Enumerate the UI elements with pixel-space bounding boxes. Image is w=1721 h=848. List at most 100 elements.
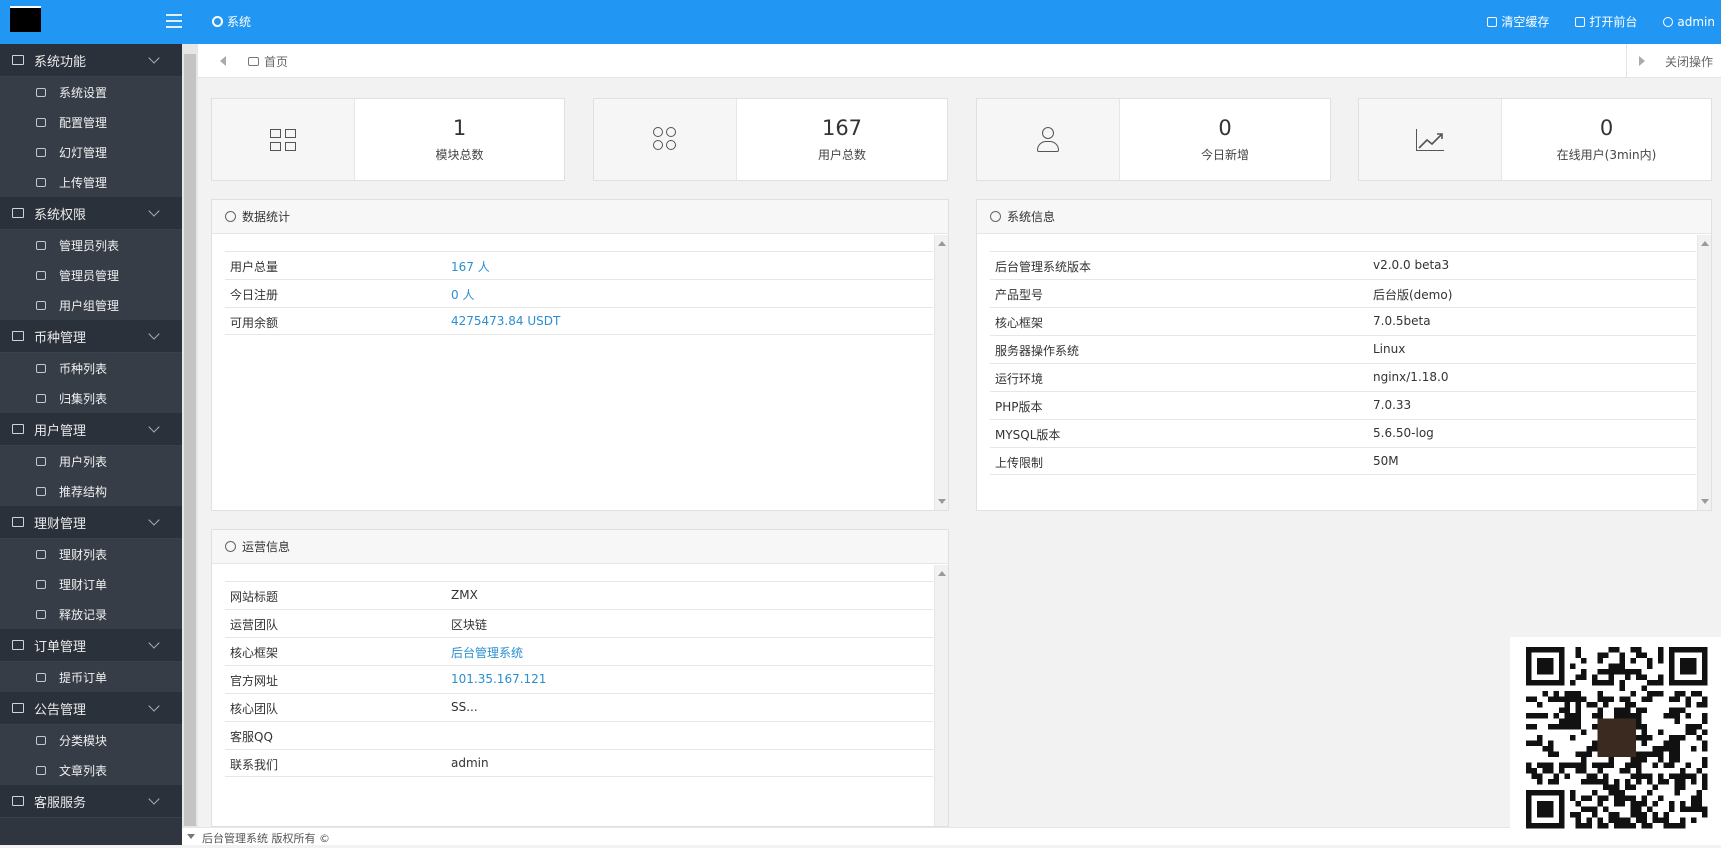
chevron-down-icon (148, 205, 160, 217)
stat-label: 模块总数 (435, 148, 484, 162)
menu-item-icon (36, 456, 46, 466)
folder-icon (12, 424, 24, 434)
user-icon (1663, 16, 1674, 27)
sidebar-item-label: 幻灯管理 (59, 145, 108, 160)
tab-prev-icon[interactable] (220, 56, 226, 66)
info-value[interactable]: 4275473.84 USDT (451, 314, 560, 328)
sidebar-item[interactable]: 配置管理 (0, 107, 182, 137)
info-value[interactable]: 后台管理系统 (451, 644, 523, 661)
info-value: 50M (1373, 454, 1399, 468)
info-value: v2.0.0 beta3 (1373, 258, 1450, 272)
menu-toggle-icon[interactable] (166, 14, 182, 28)
data-stats-panel: 数据统计 用户总量 167 人今日注册 0 人可用余额 4275473.84 USDT (211, 199, 949, 511)
info-value[interactable]: 101.35.167.121 (451, 672, 546, 686)
sidebar-item-label: 用户列表 (59, 454, 108, 469)
sidebar-scrollbar-thumb[interactable] (184, 54, 196, 826)
sidebar-group[interactable]: 系统功能 (0, 44, 182, 77)
close-ops-label[interactable]: 关闭操作 (1665, 53, 1713, 70)
open-frontend-button[interactable]: 打开前台 (1575, 13, 1637, 30)
tab-ops[interactable]: 关闭操作 (1626, 44, 1721, 78)
panel-scrollbar[interactable] (934, 235, 948, 510)
sidebar-item[interactable]: 归集列表 (0, 383, 182, 413)
sidebar-item-label: 用户组管理 (59, 298, 120, 313)
sidebar-group[interactable]: 用户管理 (0, 413, 182, 446)
info-row: PHP版本 7.0.33 (990, 391, 1696, 419)
info-key: 产品型号 (995, 288, 1044, 302)
info-value: nginx/1.18.0 (1373, 370, 1449, 384)
menu-item-icon (36, 609, 46, 619)
sidebar-group[interactable]: 币种管理 (0, 320, 182, 353)
sidebar-item[interactable]: 币种列表 (0, 353, 182, 383)
sidebar-item-label: 推荐结构 (59, 484, 108, 499)
panel-title: 运营信息 (242, 540, 291, 554)
sidebar-group[interactable]: 订单管理 (0, 629, 182, 662)
sidebar-item[interactable]: 管理员列表 (0, 230, 182, 260)
menu-item-icon (36, 486, 46, 496)
external-link-icon (1575, 16, 1586, 27)
menu-item-icon (36, 549, 46, 559)
clear-cache-button[interactable]: 清空缓存 (1487, 13, 1549, 30)
info-row: 联系我们 admin (225, 749, 933, 777)
info-value[interactable]: 0 人 (451, 286, 474, 303)
info-value: admin (451, 756, 489, 770)
sidebar-group-label: 订单管理 (34, 639, 87, 655)
info-key: 可用余额 (230, 316, 279, 330)
sidebar: 系统功能 系统设置 配置管理幻灯管理上传管理系统权限 管理员列表 管理员管理用户组管理币… (0, 0, 182, 845)
sidebar-item[interactable]: 系统设置 (0, 77, 182, 107)
tab-home[interactable]: 首页 (248, 53, 288, 70)
panel-scrollbar[interactable] (1697, 235, 1711, 510)
sidebar-item-label: 上传管理 (59, 175, 108, 190)
menu-item-icon (36, 270, 46, 280)
caret-down-icon[interactable] (187, 834, 195, 839)
sidebar-item[interactable]: 推荐结构 (0, 476, 182, 506)
sidebar-group[interactable]: 客服服务 (0, 785, 182, 818)
sidebar-item[interactable]: 文章列表 (0, 755, 182, 785)
gear-icon (990, 211, 1001, 222)
data-stats-list: 用户总量 167 人今日注册 0 人可用余额 4275473.84 USDT (225, 251, 933, 335)
sidebar-item[interactable]: 理财列表 (0, 539, 182, 569)
info-value: 区块链 (451, 618, 488, 632)
tab-next-icon[interactable] (1639, 56, 1645, 66)
chevron-down-icon (148, 52, 160, 64)
sidebar-group[interactable]: 理财管理 (0, 506, 182, 539)
info-value[interactable]: 167 人 (451, 258, 490, 275)
gear-icon (225, 211, 236, 222)
user-menu[interactable]: admin (1663, 13, 1715, 30)
qr-code (1510, 637, 1721, 845)
sidebar-group[interactable]: 公告管理 (0, 692, 182, 725)
info-key: MYSQL版本 (995, 428, 1061, 442)
stat-label: 用户总数 (817, 148, 866, 162)
info-key: PHP版本 (995, 400, 1043, 414)
sidebar-item[interactable]: 用户列表 (0, 446, 182, 476)
panel-title: 系统信息 (1007, 210, 1056, 224)
sidebar-item[interactable]: 分类模块 (0, 725, 182, 755)
info-value: 7.0.33 (1373, 398, 1412, 412)
grid-icon (270, 128, 296, 151)
sidebar-item[interactable]: 提币订单 (0, 662, 182, 692)
top-header: 系统 清空缓存 打开前台 admin (182, 0, 1721, 44)
sidebar-item[interactable]: 理财订单 (0, 569, 182, 599)
sidebar-group[interactable]: 系统权限 (0, 197, 182, 230)
sidebar-group-label: 理财管理 (34, 516, 87, 532)
clear-cache-label: 清空缓存 (1501, 15, 1550, 29)
info-row: 客服QQ (225, 721, 933, 749)
system-menu[interactable]: 系统 (212, 13, 251, 30)
stat-label: 今日新增 (1200, 148, 1249, 162)
panel-scrollbar[interactable] (934, 565, 948, 826)
trend-icon (1416, 128, 1444, 151)
sidebar-item-label: 文章列表 (59, 763, 108, 778)
chevron-down-icon (148, 328, 160, 340)
logo (10, 6, 41, 32)
sidebar-item[interactable]: 用户组管理 (0, 290, 182, 320)
sidebar-item[interactable]: 管理员管理 (0, 260, 182, 290)
stat-value: 0 (1218, 116, 1232, 140)
sidebar-item[interactable]: 幻灯管理 (0, 137, 182, 167)
sidebar-item[interactable]: 上传管理 (0, 167, 182, 197)
sidebar-item[interactable]: 释放记录 (0, 599, 182, 629)
footer: 后台管理系统 版权所有 © (182, 827, 1721, 845)
menu-item-icon (36, 672, 46, 682)
info-row: 用户总量 167 人 (225, 251, 933, 279)
info-key: 今日注册 (230, 288, 279, 302)
chevron-down-icon (148, 793, 160, 805)
info-key: 客服QQ (230, 730, 273, 744)
